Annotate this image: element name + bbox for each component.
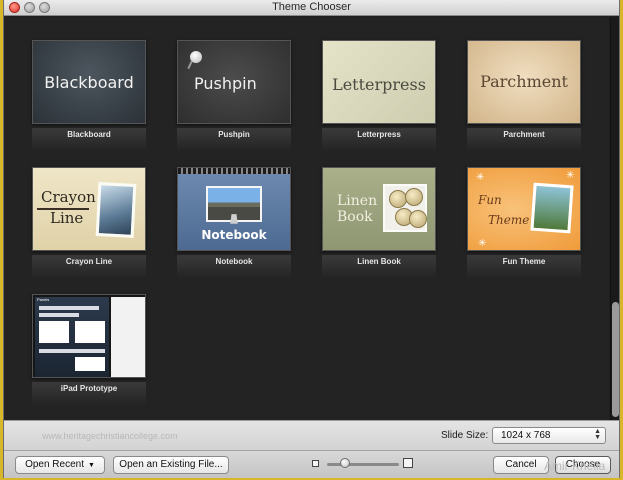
small-thumbnail-icon[interactable] <box>312 460 319 467</box>
theme-preview[interactable]: Crayon Line <box>32 167 146 251</box>
mock-row <box>39 349 105 353</box>
theme-blackboard[interactable]: Blackboard Blackboard <box>32 40 146 152</box>
pushpin-needle <box>187 60 193 70</box>
coin-icon <box>409 210 427 228</box>
open-existing-label: Open an Existing File... <box>119 459 223 470</box>
theme-preview[interactable]: Letterpress <box>322 40 436 124</box>
ipad-mockup-panel: Panels <box>35 297 109 377</box>
mock-box <box>75 357 105 371</box>
theme-notebook[interactable]: Notebook Notebook <box>177 167 291 279</box>
star-icon: ✳ <box>566 170 575 181</box>
preview-title-line1: Crayon <box>41 188 96 206</box>
theme-preview[interactable]: Pushpin <box>177 40 291 124</box>
scrollbar-thumb[interactable] <box>612 302 619 417</box>
ipad-mockup-sidebar <box>111 297 145 377</box>
cancel-label: Cancel <box>505 459 537 470</box>
theme-label: Fun Theme <box>467 255 581 279</box>
slide-size-bar: www.heritagechristiancollege.com Slide S… <box>4 420 619 450</box>
theme-label: iPad Prototype <box>32 382 146 406</box>
preview-title-line1: Fun <box>478 193 502 207</box>
theme-crayon-line[interactable]: Crayon Line Crayon Line <box>32 167 146 279</box>
theme-ipad-prototype[interactable]: Panels iPad Prototype <box>32 294 146 406</box>
mock-box <box>75 321 105 343</box>
theme-preview[interactable]: Parchment <box>467 40 581 124</box>
theme-label: Letterpress <box>322 128 436 152</box>
theme-label: Crayon Line <box>32 255 146 279</box>
signature-text: Amir Khella <box>544 459 606 473</box>
theme-label: Notebook <box>177 255 291 279</box>
theme-label: Linen Book <box>322 255 436 279</box>
open-existing-file-button[interactable]: Open an Existing File... <box>113 456 229 474</box>
mock-row <box>39 313 79 317</box>
slide-size-label: Slide Size: <box>441 430 489 441</box>
preview-title-line2: Line <box>50 209 84 227</box>
pushpin-icon <box>190 51 202 63</box>
star-icon: ✳ <box>476 172 485 183</box>
scooter-photo <box>530 182 574 234</box>
theme-preview[interactable]: Linen Book <box>322 167 436 251</box>
title-bar: Theme Chooser <box>4 0 619 16</box>
road-stripe <box>230 214 238 224</box>
open-recent-label: Open Recent <box>25 459 84 470</box>
theme-preview[interactable]: Panels <box>32 294 146 378</box>
preview-title: Letterpress <box>332 75 426 94</box>
window-title: Theme Chooser <box>272 1 351 13</box>
slide-size-select[interactable]: 1024 x 768 ▲ ▼ <box>492 427 606 444</box>
theme-preview[interactable]: Blackboard <box>32 40 146 124</box>
bottom-toolbar: Open Recent ▼ Open an Existing File... Ca… <box>4 450 619 478</box>
watermark-text: www.heritagechristiancollege.com <box>42 431 178 441</box>
thumbnail-size-slider[interactable] <box>327 463 399 466</box>
coins-photo <box>383 184 427 232</box>
skyscraper-photo <box>95 182 137 238</box>
cancel-button[interactable]: Cancel <box>493 456 549 474</box>
coin-icon <box>405 188 423 206</box>
gallery-scrollbar[interactable] <box>610 17 619 420</box>
preview-title-line2: Theme <box>488 213 530 227</box>
theme-label: Pushpin <box>177 128 291 152</box>
mock-row <box>39 306 99 310</box>
preview-title: Notebook <box>201 228 267 242</box>
mock-box <box>39 321 69 343</box>
preview-title: Panels <box>37 297 50 302</box>
updown-arrows-icon: ▲ ▼ <box>594 428 601 441</box>
slider-knob[interactable] <box>340 458 350 468</box>
theme-fun[interactable]: ✳ ✳ ✳ Fun Theme Fun Theme <box>467 167 581 279</box>
theme-gallery: Blackboard Blackboard Pushpin Pushpin Le… <box>4 17 609 420</box>
slide-size-value: 1024 x 768 <box>501 430 551 441</box>
preview-title-line1: Linen <box>337 193 378 209</box>
theme-linen-book[interactable]: Linen Book Linen Book <box>322 167 436 279</box>
preview-title: Parchment <box>480 72 568 91</box>
open-recent-button[interactable]: Open Recent ▼ <box>15 456 105 474</box>
theme-preview[interactable]: Notebook <box>177 167 291 251</box>
theme-preview[interactable]: ✳ ✳ ✳ Fun Theme <box>467 167 581 251</box>
star-icon: ✳ <box>478 238 487 249</box>
spiral-binding <box>178 168 290 174</box>
theme-letterpress[interactable]: Letterpress Letterpress <box>322 40 436 152</box>
chevron-down-icon: ▼ <box>88 462 95 469</box>
preview-title: Blackboard <box>44 73 134 92</box>
theme-parchment[interactable]: Parchment Parchment <box>467 40 581 152</box>
theme-chooser-window: Theme Chooser Blackboard Blackboard Push… <box>3 0 620 478</box>
large-thumbnail-icon[interactable] <box>403 458 413 468</box>
theme-label: Blackboard <box>32 128 146 152</box>
theme-label: Parchment <box>467 128 581 152</box>
preview-title-line2: Book <box>337 209 373 225</box>
theme-pushpin[interactable]: Pushpin Pushpin <box>177 40 291 152</box>
preview-title: Pushpin <box>194 74 257 93</box>
